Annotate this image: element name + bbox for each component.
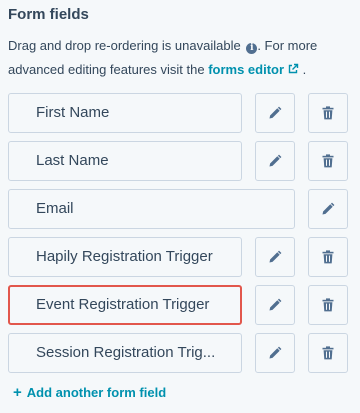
pencil-icon xyxy=(322,202,335,215)
pencil-icon xyxy=(269,298,282,311)
form-field-row: First Name xyxy=(8,93,348,133)
external-link-icon xyxy=(288,63,299,74)
form-field-last-name[interactable]: Last Name xyxy=(8,141,242,181)
trash-icon xyxy=(322,154,334,168)
edit-field-button[interactable] xyxy=(308,189,348,229)
pencil-icon xyxy=(269,154,282,167)
edit-field-button[interactable] xyxy=(255,141,295,181)
add-form-field-button[interactable]: + Add another form field xyxy=(13,384,166,402)
trash-icon xyxy=(322,250,334,264)
delete-field-button[interactable] xyxy=(308,93,348,133)
info-icon[interactable]: i xyxy=(246,43,258,54)
form-field-session-registration-trigger[interactable]: Session Registration Trig... xyxy=(8,333,242,373)
form-field-list: First Name Last Name Email Hapily Regist… xyxy=(8,93,348,381)
trash-icon xyxy=(322,106,334,120)
delete-field-button[interactable] xyxy=(308,333,348,373)
form-field-row: Email xyxy=(8,189,348,229)
trash-icon xyxy=(322,346,334,360)
add-form-field-label: Add another form field xyxy=(26,385,167,400)
delete-field-button[interactable] xyxy=(308,237,348,277)
trash-icon xyxy=(322,298,334,312)
forms-editor-link-label: forms editor xyxy=(208,62,285,77)
section-title: Form fields xyxy=(8,6,89,23)
form-field-first-name[interactable]: First Name xyxy=(8,93,242,133)
form-field-row: Last Name xyxy=(8,141,348,181)
pencil-icon xyxy=(269,106,282,119)
delete-field-button[interactable] xyxy=(308,141,348,181)
form-field-event-registration-trigger[interactable]: Event Registration Trigger xyxy=(8,285,242,325)
edit-field-button[interactable] xyxy=(255,93,295,133)
form-field-email[interactable]: Email xyxy=(8,189,295,229)
edit-field-button[interactable] xyxy=(255,285,295,325)
form-field-hapily-registration-trigger[interactable]: Hapily Registration Trigger xyxy=(8,237,242,277)
form-field-row: Hapily Registration Trigger xyxy=(8,237,348,277)
plus-icon: + xyxy=(13,384,22,401)
edit-field-button[interactable] xyxy=(255,237,295,277)
section-description: Drag and drop re-ordering is unavailable… xyxy=(8,34,338,82)
forms-editor-link[interactable]: forms editor xyxy=(208,62,299,77)
delete-field-button[interactable] xyxy=(308,285,348,325)
form-field-row: Event Registration Trigger xyxy=(8,285,348,325)
edit-field-button[interactable] xyxy=(255,333,295,373)
description-text: Drag and drop re-ordering is unavailable xyxy=(8,38,241,53)
description-end: . xyxy=(299,62,307,77)
pencil-icon xyxy=(269,346,282,359)
form-field-row: Session Registration Trig... xyxy=(8,333,348,373)
pencil-icon xyxy=(269,250,282,263)
